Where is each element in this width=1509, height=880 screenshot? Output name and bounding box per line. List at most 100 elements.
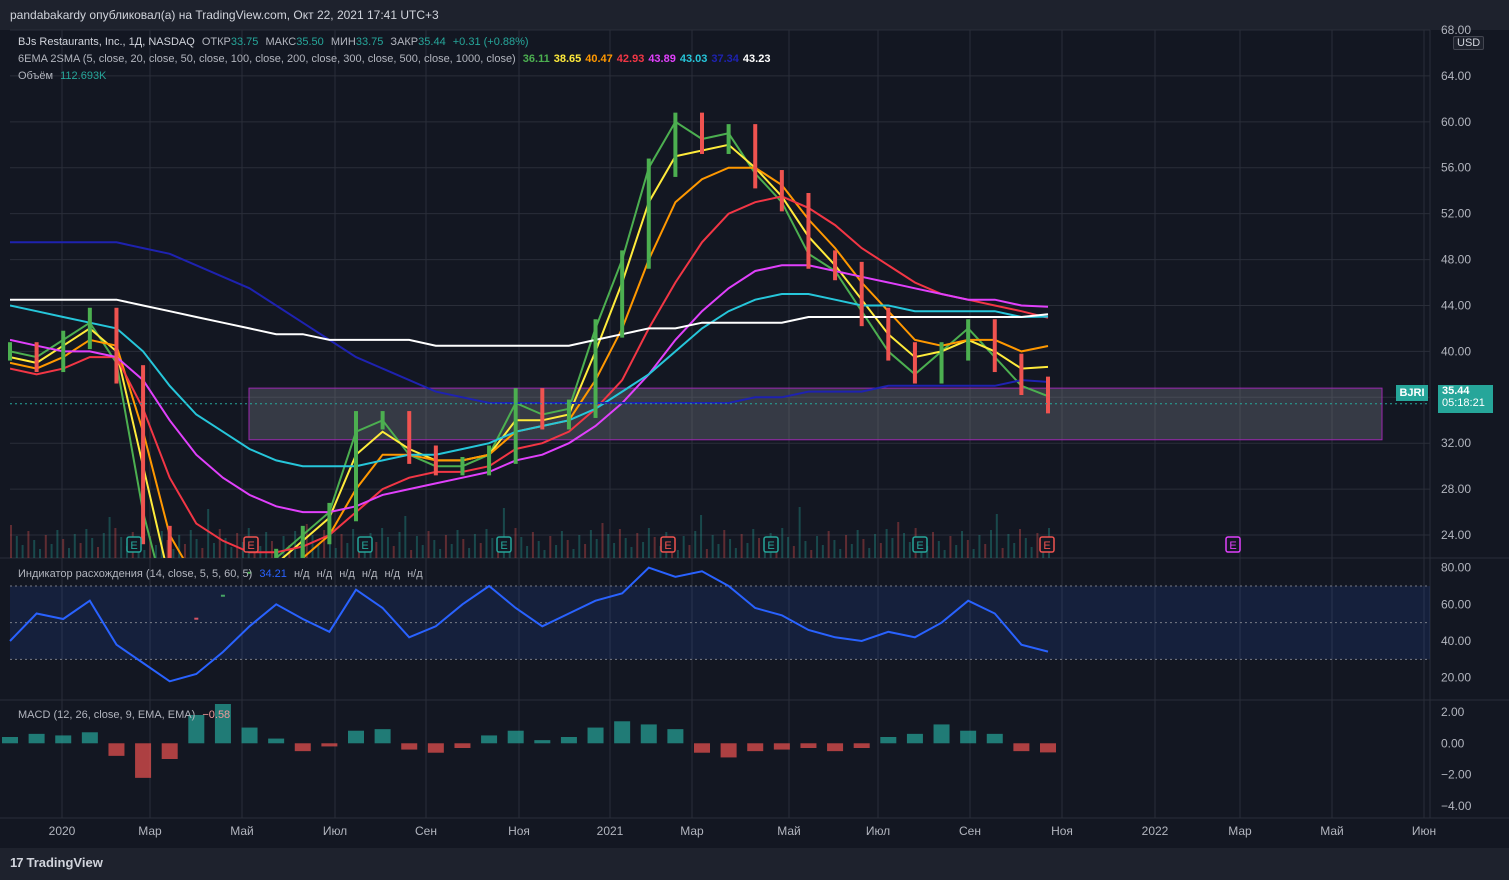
volume-bar [294, 531, 297, 558]
price-candle [966, 319, 971, 361]
volume-bar [903, 533, 906, 558]
volume-bar [821, 545, 824, 558]
volume-bar [758, 538, 761, 558]
volume-bar [114, 528, 117, 558]
last-price-tag: 35.44 05:18:21 [1438, 385, 1493, 413]
volume-bar [688, 545, 691, 558]
price-candle [646, 158, 651, 269]
macd-histogram-bar [348, 730, 364, 744]
ma-line-ema-50 [10, 166, 1049, 558]
volume-bar [96, 547, 99, 558]
macd-histogram-bar [986, 733, 1003, 744]
divergence-na-5: н/д [384, 568, 401, 580]
currency-label[interactable]: USD [1453, 36, 1485, 50]
macd-tick-label: −4.00 [1441, 799, 1472, 813]
time-tick-label: Ноя [508, 824, 530, 838]
volume-bar [346, 543, 349, 558]
volume-bar [1001, 548, 1004, 558]
volume-bar [1030, 547, 1033, 558]
earnings-marker-label: E [916, 540, 923, 552]
volume-bar [856, 530, 859, 558]
price-tick-label: 44.00 [1441, 298, 1471, 312]
volume-bar [340, 534, 343, 558]
price-tick-label: 56.00 [1441, 161, 1471, 175]
price-candle [912, 342, 917, 384]
macd-legend: MACD (12, 26, close, 9, EMA, EMA) −0.58 [18, 709, 234, 721]
volume-bar [990, 530, 993, 558]
macd-histogram-bar [534, 740, 551, 744]
price-tick-label: 60.00 [1441, 115, 1471, 129]
macd-histogram-bar [241, 727, 258, 744]
volume-bar [1007, 534, 1010, 558]
price-candle [433, 445, 438, 476]
price-tick-label: 32.00 [1441, 436, 1471, 450]
macd-tick-label: −2.00 [1441, 768, 1472, 782]
macd-histogram-bar [321, 743, 338, 747]
ma-value-7: 37.34 [711, 53, 739, 65]
time-tick-label: 2022 [1142, 824, 1169, 838]
open-value: 33.75 [230, 36, 259, 48]
volume-bar [143, 550, 146, 558]
time-tick-label: 2021 [597, 824, 624, 838]
volume-bar [218, 529, 221, 558]
volume-bar [798, 507, 801, 558]
volume-bar [450, 544, 453, 558]
macd-histogram-bar [1040, 743, 1056, 753]
price-candle [380, 411, 385, 430]
ma-line-ema-100 [10, 195, 1049, 554]
volume-bar [50, 544, 53, 558]
volume-label[interactable]: Объём [18, 70, 53, 82]
divergence-legend: Индикатор расхождения (14, close, 5, 5, … [18, 568, 427, 580]
close-label: ЗАКР [390, 36, 419, 48]
price-candle [460, 456, 465, 476]
divergence-tick-label: 60.00 [1441, 597, 1471, 611]
macd-histogram-bar [1013, 743, 1030, 752]
volume-bar [752, 529, 755, 558]
volume-bar [62, 539, 65, 558]
earnings-marker-label: E [1229, 540, 1236, 552]
volume-bar [311, 535, 314, 558]
macd-title[interactable]: MACD (12, 26, close, 9, EMA, EMA) [18, 709, 195, 721]
volume-bar [38, 549, 41, 558]
earnings-marker-label: E [767, 540, 774, 552]
price-tick-label: 40.00 [1441, 344, 1471, 358]
volume-bar [711, 535, 714, 558]
chart-canvas[interactable]: 68.00 64.00 60.00 56.00 52.00 48.00 44.00 40.00… [0, 0, 1509, 880]
volume-bar [526, 546, 529, 558]
symbol-title[interactable]: BJs Restaurants, Inc., 1Д, NASDAQ [18, 36, 195, 48]
ma-title[interactable]: 6EMA 2SMA (5, close, 20, close, 50, clos… [18, 53, 516, 65]
price-tick-label: 28.00 [1441, 482, 1471, 496]
last-price: 35.44 [1442, 385, 1470, 397]
macd-histogram-bar [587, 727, 604, 744]
volume-bar [932, 532, 935, 558]
volume-bar [694, 531, 697, 558]
macd-histogram-bar [28, 733, 45, 744]
volume-bar [845, 535, 848, 558]
volume-bar [85, 529, 88, 558]
volume-bar [468, 548, 471, 558]
volume-bar [439, 549, 442, 558]
time-tick-label: Май [230, 824, 254, 838]
volume-bar [787, 537, 790, 558]
volume-bar [584, 544, 587, 558]
volume-bar [473, 534, 476, 558]
volume-bar [879, 543, 882, 558]
divergence-title[interactable]: Индикатор расхождения (14, close, 5, 5, … [18, 568, 252, 580]
price-tick-label: 52.00 [1441, 207, 1471, 221]
tradingview-logo[interactable]: 17 TradingView [10, 855, 103, 870]
volume-bar [618, 529, 621, 558]
volume-bar [972, 549, 975, 558]
volume-bar [827, 531, 830, 558]
macd-value: −0.58 [202, 709, 231, 721]
volume-bar [15, 536, 18, 558]
volume-bar [995, 514, 998, 558]
volume-bar [723, 530, 726, 558]
price-candle [8, 342, 12, 361]
high-value: 35.50 [296, 36, 324, 48]
volume-bar [700, 515, 703, 558]
time-tick-label: Май [777, 824, 801, 838]
macd-histogram-bar [401, 743, 418, 750]
divergence-na-1: н/д [293, 568, 310, 580]
volume-bar [908, 542, 911, 558]
volume-bar [120, 537, 123, 558]
